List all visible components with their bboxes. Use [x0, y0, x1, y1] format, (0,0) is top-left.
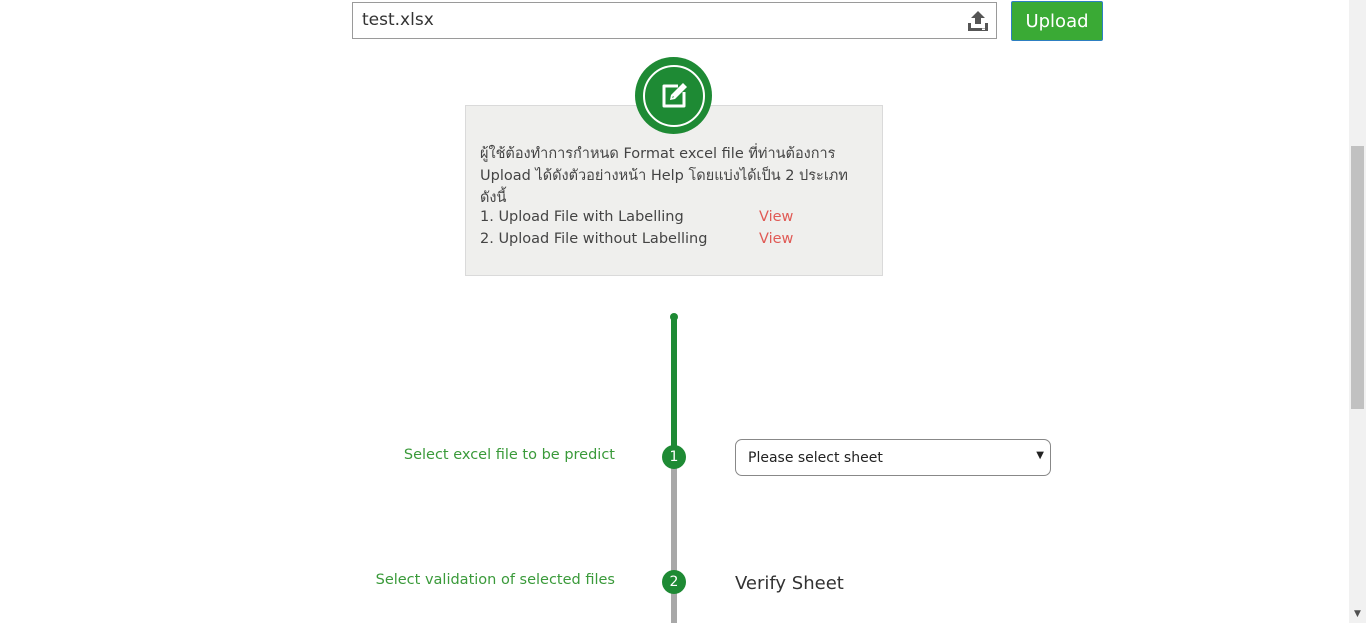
file-input[interactable]: test.xlsx	[352, 2, 997, 39]
upload-icon[interactable]	[966, 9, 990, 33]
view-link-with-labelling[interactable]: View	[759, 209, 793, 225]
timeline-progress	[671, 317, 677, 457]
edit-icon	[662, 82, 687, 107]
upload-button[interactable]: Upload	[1011, 1, 1103, 41]
step-1-badge: 1	[662, 445, 686, 469]
scroll-down-icon[interactable]: ▼	[1349, 606, 1366, 623]
help-item-label: 1. Upload File with Labelling	[480, 209, 684, 225]
chevron-down-icon: ▼	[1036, 450, 1044, 461]
step-2-label: Select validation of selected files	[375, 572, 615, 588]
edit-icon-badge	[635, 57, 712, 134]
step-2-badge: 2	[662, 570, 686, 594]
file-name: test.xlsx	[362, 10, 434, 30]
scrollbar-thumb[interactable]	[1351, 146, 1364, 409]
sheet-select[interactable]: Please select sheet ▼	[735, 439, 1051, 476]
help-item-label: 2. Upload File without Labelling	[480, 231, 708, 247]
help-description: ผู้ใช้ต้องทำการกำหนด Format excel file ท…	[480, 146, 848, 206]
view-link-without-labelling[interactable]: View	[759, 231, 793, 247]
sheet-select-value: Please select sheet	[748, 450, 883, 466]
timeline-track	[671, 457, 677, 623]
step-1-label: Select excel file to be predict	[403, 447, 615, 463]
verify-sheet-title: Verify Sheet	[735, 573, 844, 594]
